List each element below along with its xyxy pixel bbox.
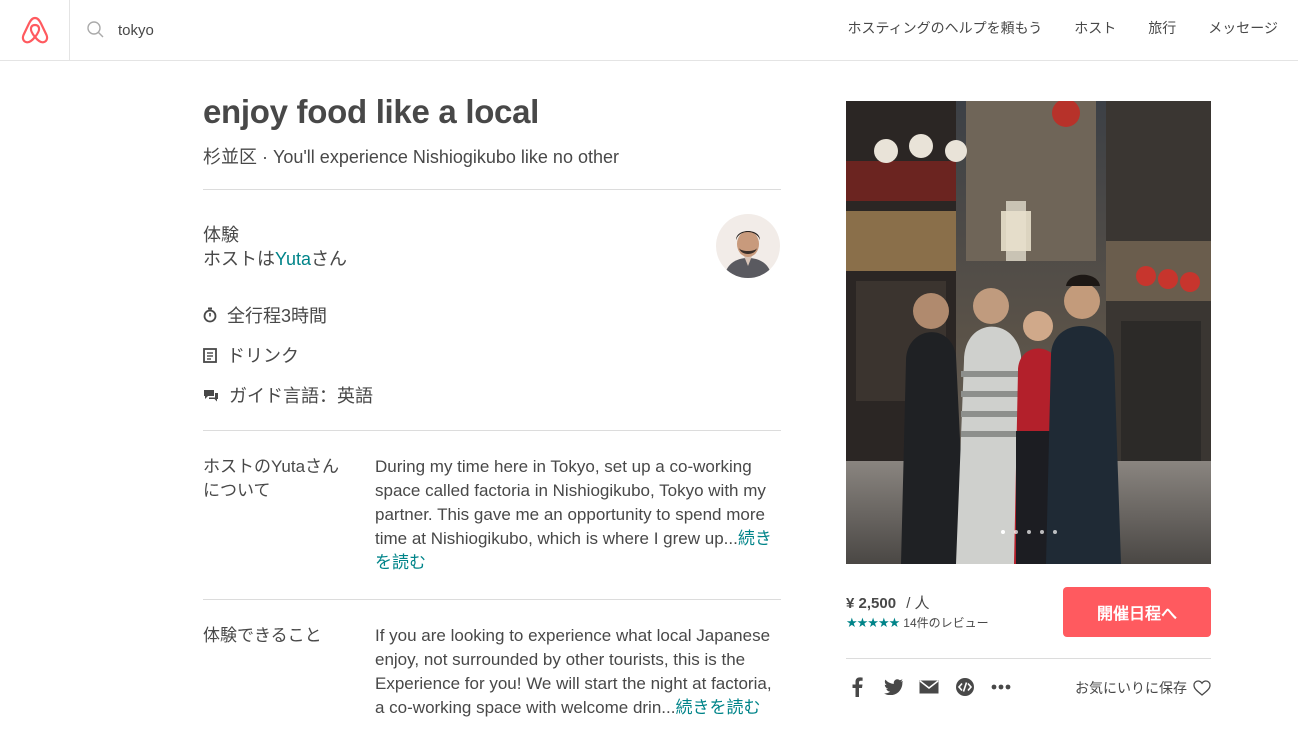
nav-host[interactable]: ホスト bbox=[1074, 18, 1116, 38]
top-header: tokyo ホスティングのヘルプを頼もう ホスト 旅行 メッセージ bbox=[0, 0, 1298, 61]
price: ¥ 2,500 / 人 bbox=[846, 592, 930, 613]
host-avatar[interactable] bbox=[716, 214, 780, 278]
page-subtitle: 杉並区 · You'll experience Nishiogikubo lik… bbox=[203, 147, 619, 167]
embed-code-icon[interactable] bbox=[954, 676, 976, 698]
star-rating-icon: ★★★★★ bbox=[846, 614, 900, 630]
carousel-dot[interactable] bbox=[1026, 530, 1031, 534]
host-line: ホストはYutaさん bbox=[203, 247, 347, 271]
carousel-dot[interactable] bbox=[1000, 530, 1005, 534]
carousel-dot[interactable] bbox=[1013, 530, 1018, 534]
save-to-wishlist[interactable]: お気にいりに保存 bbox=[1075, 678, 1211, 698]
experience-type-label: 体験 bbox=[203, 225, 239, 245]
clock-icon bbox=[203, 307, 217, 323]
price-unit: / 人 bbox=[906, 595, 930, 612]
email-icon[interactable] bbox=[918, 676, 940, 698]
about-host-text: During my time here in Tokyo, set up a c… bbox=[375, 457, 766, 548]
what-youll-do-heading: 体験できること bbox=[203, 626, 322, 645]
chat-icon bbox=[204, 390, 218, 402]
review-count[interactable]: 14件のレビュー bbox=[903, 614, 988, 631]
about-host-body: During my time here in Tokyo, set up a c… bbox=[375, 455, 785, 575]
airbnb-logo-icon[interactable] bbox=[0, 0, 70, 60]
share-row bbox=[846, 676, 1026, 698]
nav-hosting-help[interactable]: ホスティングのヘルプを頼もう bbox=[848, 18, 1043, 38]
book-dates-button[interactable]: 開催日程へ bbox=[1063, 587, 1211, 637]
host-prefix: ホストは bbox=[203, 249, 275, 269]
feature-language: ガイド言語：英語 bbox=[203, 382, 373, 408]
top-nav: ホスティングのヘルプを頼もう ホスト 旅行 メッセージ bbox=[816, 18, 1278, 38]
page-title: enjoy food like a local bbox=[203, 93, 540, 130]
search-input[interactable]: tokyo bbox=[118, 22, 154, 39]
nav-trips[interactable]: 旅行 bbox=[1148, 18, 1176, 38]
drink-icon bbox=[203, 348, 217, 363]
feature-language-label: ガイド言語：英語 bbox=[229, 386, 373, 406]
carousel-dot[interactable] bbox=[1039, 530, 1044, 534]
host-suffix: さん bbox=[311, 249, 348, 269]
search-bar[interactable]: tokyo bbox=[86, 16, 154, 44]
feature-duration-label: 全行程3時間 bbox=[227, 306, 328, 326]
divider bbox=[846, 658, 1211, 659]
price-amount: ¥ 2,500 bbox=[846, 595, 897, 612]
divider bbox=[203, 430, 781, 431]
feature-duration: 全行程3時間 bbox=[203, 302, 327, 328]
search-icon bbox=[87, 21, 104, 38]
hero-photo[interactable] bbox=[846, 101, 1211, 564]
what-youll-do-body: If you are looking to experience what lo… bbox=[375, 624, 785, 720]
divider bbox=[203, 189, 781, 190]
more-options-icon[interactable] bbox=[990, 676, 1012, 698]
twitter-icon[interactable] bbox=[882, 676, 904, 698]
about-host-heading: ホストのYutaさんについて bbox=[203, 457, 340, 500]
heart-icon bbox=[1193, 680, 1211, 696]
facebook-icon[interactable] bbox=[846, 676, 868, 698]
divider bbox=[203, 599, 781, 600]
carousel-dot[interactable] bbox=[1052, 530, 1057, 534]
feature-drink-label: ドリンク bbox=[227, 346, 299, 366]
rating[interactable]: ★★★★★ 14件のレビュー bbox=[846, 614, 989, 631]
feature-drink: ドリンク bbox=[203, 342, 299, 368]
read-more-link[interactable]: 続きを読む bbox=[675, 698, 760, 717]
carousel-dots[interactable] bbox=[846, 530, 1211, 534]
save-label: お気にいりに保存 bbox=[1075, 680, 1187, 696]
nav-messages[interactable]: メッセージ bbox=[1208, 18, 1278, 38]
host-name-link[interactable]: Yuta bbox=[275, 249, 311, 269]
